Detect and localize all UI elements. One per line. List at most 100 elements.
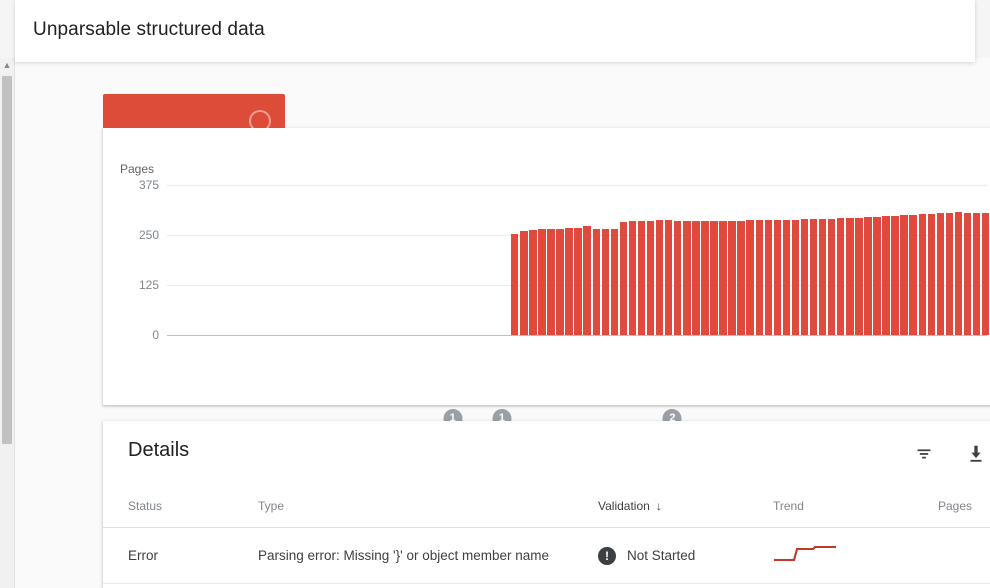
cell-type: Parsing error: Missing '}' or object mem… — [258, 527, 598, 584]
cell-pages: 314 — [938, 527, 990, 584]
y-axis-tick: 0 — [152, 328, 159, 342]
y-axis-tick: 250 — [138, 228, 159, 242]
chart-bar[interactable] — [565, 228, 573, 335]
chart-bars — [167, 128, 990, 405]
cell-trend — [773, 527, 938, 584]
chart-bar[interactable] — [755, 220, 763, 335]
cell-validation: ! Not Started — [598, 527, 773, 584]
chart-card: Pages 3752501250 2/27/193/11/193/23/194/… — [103, 128, 990, 450]
chart-bar[interactable] — [927, 213, 936, 335]
chart-bar[interactable] — [954, 212, 963, 335]
chart-bar[interactable] — [909, 214, 917, 335]
chart-bar[interactable] — [800, 219, 809, 335]
sort-descending-icon: ↓ — [655, 499, 662, 513]
chart-bar[interactable] — [728, 220, 736, 335]
chart-bar[interactable] — [574, 227, 582, 335]
chart-bar[interactable] — [692, 221, 700, 335]
details-card: Details Status Type Validation ↓ Trend P… — [103, 421, 990, 588]
error-circle-icon — [249, 110, 271, 132]
chart-bar[interactable] — [918, 214, 926, 335]
chart-bar[interactable] — [646, 220, 655, 335]
table-row[interactable]: ErrorIncorrect value type!Not Started 314 — [103, 583, 990, 588]
cell-status: Error — [103, 583, 258, 588]
chart-bar[interactable] — [719, 220, 727, 335]
chart-bar[interactable] — [900, 215, 908, 335]
chart-bar[interactable] — [529, 230, 537, 335]
chart-bar[interactable] — [538, 228, 546, 335]
column-header-validation[interactable]: Validation ↓ — [598, 491, 773, 528]
cell-status: Error — [103, 527, 258, 584]
chart-bar[interactable] — [972, 212, 981, 335]
column-header-pages[interactable]: Pages — [938, 491, 990, 528]
cell-type: Incorrect value type — [258, 583, 598, 588]
chart-bar[interactable] — [637, 220, 646, 335]
validation-status-label: Not Started — [627, 548, 696, 563]
cell-pages: 314 — [938, 583, 990, 588]
chart-bar[interactable] — [520, 231, 528, 335]
filter-icon[interactable] — [909, 439, 939, 469]
chart-bar[interactable] — [846, 217, 854, 335]
chart-bar[interactable] — [827, 218, 836, 335]
chart-bar[interactable] — [619, 221, 628, 335]
pages-bar-chart[interactable]: Pages 3752501250 2/27/193/11/193/23/194/… — [103, 128, 990, 450]
chart-bar[interactable] — [511, 234, 519, 335]
chart-bar[interactable] — [855, 217, 863, 335]
chart-bar[interactable] — [791, 219, 800, 335]
chart-bar[interactable] — [882, 216, 890, 335]
column-header-status[interactable]: Status — [103, 491, 258, 528]
column-header-type[interactable]: Type — [258, 491, 598, 528]
scroll-up-arrow-icon[interactable]: ▲ — [0, 58, 14, 72]
y-axis-labels: 375 250 125 0 — [113, 128, 159, 405]
chart-bar[interactable] — [837, 218, 845, 335]
status-chip[interactable] — [103, 94, 285, 132]
chart-bar[interactable] — [628, 220, 637, 335]
chart-bar[interactable] — [583, 226, 591, 335]
chart-bar[interactable] — [945, 212, 954, 335]
y-axis-tick: 375 — [138, 178, 159, 192]
exclamation-circle-icon: ! — [598, 546, 616, 565]
chart-bar[interactable] — [891, 216, 899, 335]
chart-bar[interactable] — [655, 220, 664, 335]
details-table-body: Error Parsing error: Missing '}' or objec… — [103, 527, 990, 588]
page-header: Unparsable structured data — [15, 0, 975, 62]
chart-bar[interactable] — [963, 212, 972, 335]
chart-bar[interactable] — [674, 220, 682, 335]
chart-bar[interactable] — [936, 213, 945, 335]
chart-bar[interactable] — [556, 228, 564, 335]
chart-bar[interactable] — [873, 216, 881, 335]
table-row[interactable]: Error Parsing error: Missing '}' or objec… — [103, 527, 990, 584]
cell-trend — [773, 583, 938, 588]
chart-bar[interactable] — [737, 220, 745, 335]
chart-bar[interactable] — [818, 218, 827, 335]
chart-bar[interactable] — [782, 219, 791, 335]
chart-bar[interactable] — [683, 220, 691, 335]
download-icon[interactable] — [961, 439, 990, 469]
chart-bar[interactable] — [701, 221, 709, 335]
chart-bar[interactable] — [764, 220, 773, 335]
chart-bar[interactable] — [981, 212, 990, 335]
chart-bar[interactable] — [601, 228, 610, 335]
chart-bar[interactable] — [710, 221, 718, 335]
details-table: Status Type Validation ↓ Trend Pages Erro… — [103, 491, 990, 588]
page-title: Unparsable structured data — [33, 19, 265, 40]
chart-bar[interactable] — [864, 217, 872, 335]
chart-bar[interactable] — [664, 220, 673, 335]
chart-bar[interactable] — [547, 228, 555, 335]
chart-bar[interactable] — [592, 229, 600, 335]
column-header-trend[interactable]: Trend — [773, 491, 938, 528]
y-axis-tick: 125 — [138, 278, 159, 292]
page-scroll-area: Pages 3752501250 2/27/193/11/193/23/194/… — [15, 58, 990, 588]
chart-bar[interactable] — [610, 228, 619, 335]
table-header-row: Status Type Validation ↓ Trend Pages — [103, 491, 990, 528]
chart-bar[interactable] — [809, 218, 818, 335]
trend-sparkline-icon — [774, 545, 836, 562]
cell-validation: !Not Started — [598, 583, 773, 588]
column-header-validation-label: Validation — [598, 499, 650, 513]
chart-bar[interactable] — [773, 220, 782, 335]
app-root: ▲ Pages 3752501250 2/27/193/11/193/23/19… — [0, 0, 990, 588]
chart-bar[interactable] — [746, 220, 754, 335]
page-scrollbar[interactable]: ▲ — [0, 58, 15, 588]
details-title: Details — [128, 439, 190, 461]
scrollbar-thumb[interactable] — [2, 76, 12, 444]
details-toolbar — [909, 439, 990, 469]
